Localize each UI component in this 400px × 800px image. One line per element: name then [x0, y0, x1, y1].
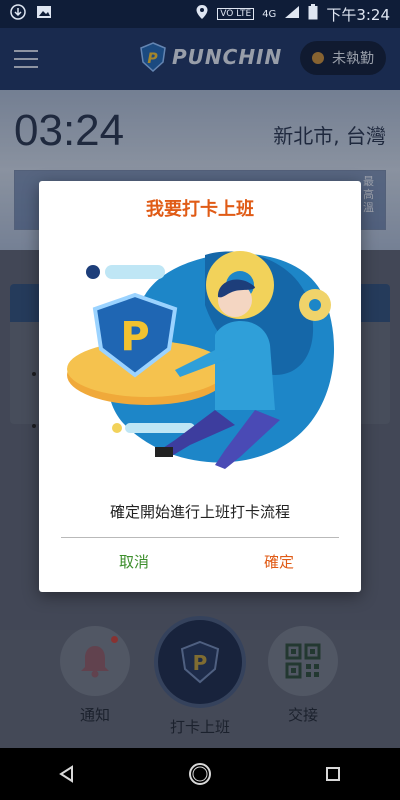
- image-icon: [36, 4, 52, 24]
- battery-icon: [308, 4, 318, 24]
- volte-icon: VO LTE: [217, 8, 255, 20]
- dialog-title: 我要打卡上班: [146, 199, 254, 220]
- status-bar: VO LTE 4G 下午3:24: [0, 0, 400, 28]
- dialog-message: 確定開始進行上班打卡流程: [109, 503, 290, 521]
- network-type: 4G: [262, 8, 277, 20]
- download-icon: [10, 4, 26, 24]
- cancel-button[interactable]: 取消: [99, 551, 169, 572]
- confirm-button[interactable]: 確定: [244, 551, 314, 572]
- recents-icon[interactable]: [321, 762, 345, 786]
- dialog-divider: [61, 537, 339, 538]
- punch-in-illustration: P: [67, 251, 335, 469]
- punch-in-dialog: 我要打卡上班 P 確定開始進行上班打卡流程 取消 確定: [39, 181, 361, 592]
- signal-icon: [284, 5, 300, 23]
- home-icon[interactable]: [188, 762, 212, 786]
- svg-text:P: P: [120, 314, 149, 360]
- clock: 下午3:24: [326, 5, 390, 24]
- system-nav-bar: [0, 748, 400, 800]
- back-icon[interactable]: [55, 762, 79, 786]
- location-icon: [195, 4, 209, 24]
